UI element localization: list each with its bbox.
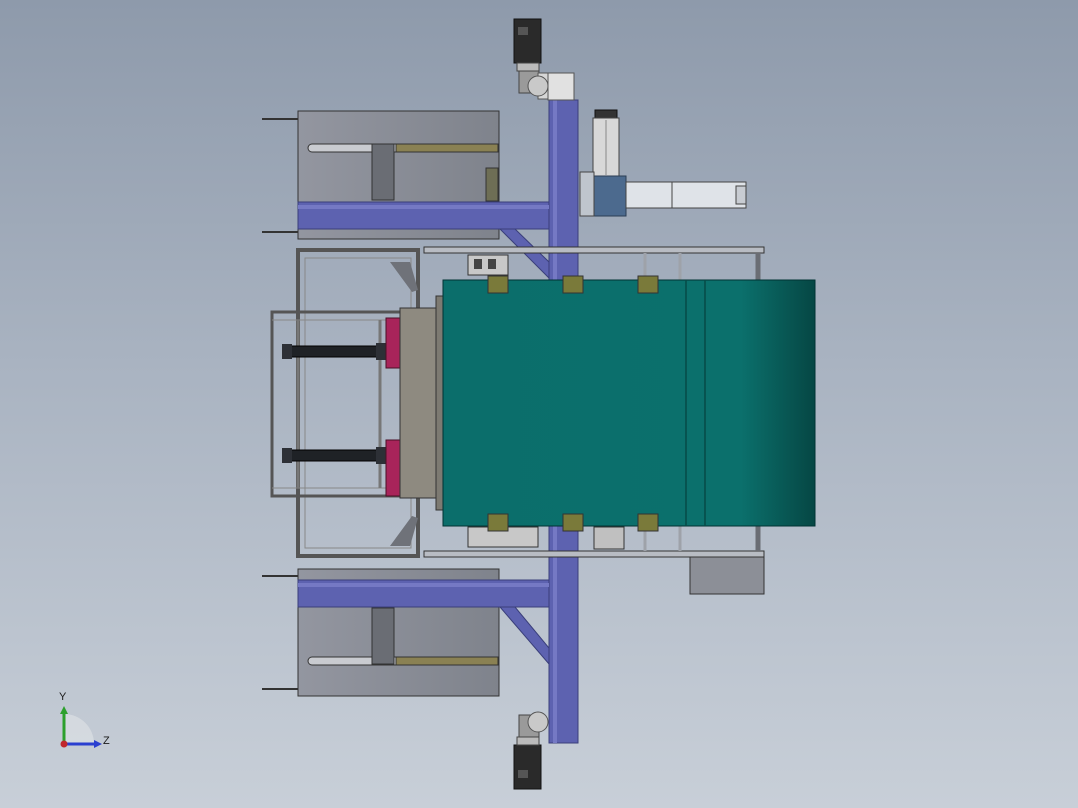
lower-left-spring-coil (395, 656, 499, 666)
z-axis-label: Z (103, 735, 110, 747)
roller (562, 275, 584, 294)
roller (562, 513, 584, 532)
teal-drum (442, 279, 816, 527)
magenta-clamp-upper (385, 317, 401, 369)
roller (637, 275, 659, 294)
roller (637, 513, 659, 532)
hydraulic-cylinder-lower (282, 447, 386, 464)
roller (487, 513, 509, 532)
upper-left-spring-coil (395, 143, 499, 153)
orientation-triad[interactable]: Y Z (59, 691, 110, 748)
assembly-model[interactable]: Y Z (0, 0, 1078, 808)
x-axis-dot (60, 740, 68, 748)
magenta-clamp-lower (385, 439, 401, 497)
roller (487, 275, 509, 294)
lower-right-box (689, 556, 765, 595)
cad-viewport[interactable]: Y Z (0, 0, 1078, 808)
bottom-servo-motor (513, 711, 549, 790)
linear-actuator (579, 109, 747, 217)
clamp-back-plate (399, 295, 447, 511)
y-axis-label: Y (59, 691, 67, 703)
hydraulic-cylinder-upper (282, 343, 386, 360)
